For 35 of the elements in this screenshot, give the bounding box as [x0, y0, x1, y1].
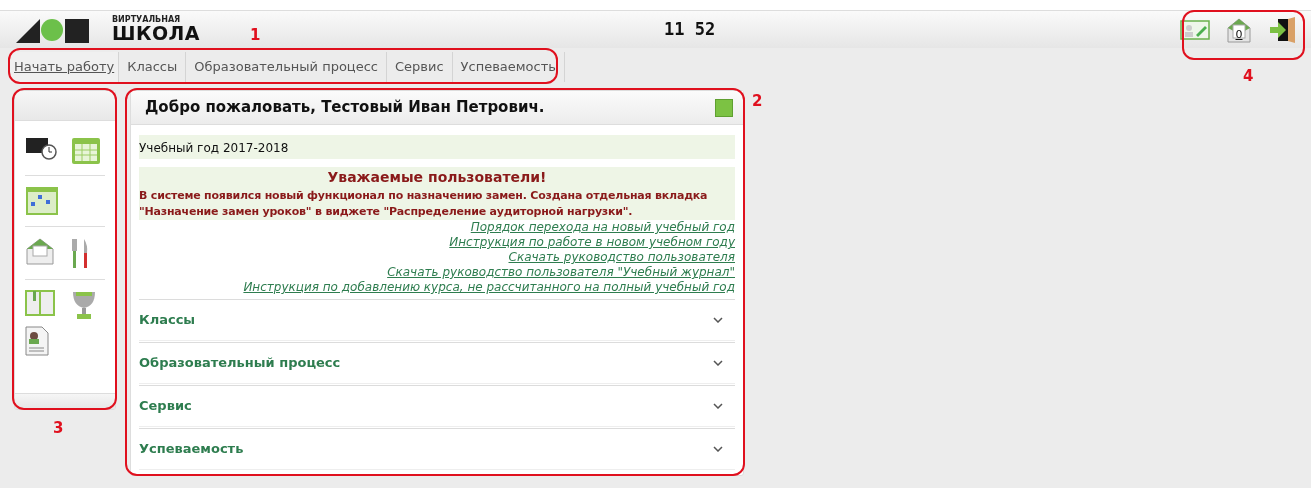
annotation-number: 2 [752, 91, 763, 112]
help-link[interactable]: Скачать руководство пользователя "Учебный журнал" [387, 265, 735, 280]
panel-title: Добро пожаловать, Тестовый Иван Петрович. [145, 97, 545, 119]
clock: 11 52 [664, 17, 716, 41]
nav-tab[interactable]: Классы [119, 52, 187, 82]
accordion-section[interactable]: Классы [139, 299, 735, 341]
exit-button[interactable] [1267, 15, 1297, 44]
nav-tab[interactable]: Образовательный процесс [186, 52, 387, 82]
panel-toggle-button[interactable] [715, 98, 733, 117]
annotation-number: 3 [53, 418, 64, 439]
book-icon[interactable] [25, 290, 55, 316]
annotation-number: 1 [250, 25, 261, 46]
help-link[interactable]: Скачать руководство пользователя [508, 250, 735, 265]
accordion-section[interactable]: Сервис [139, 385, 735, 427]
help-link[interactable]: Инструкция по добавлению курса, не рассчитанного на полный учебный год [243, 280, 735, 295]
profile-card-icon [1180, 19, 1210, 40]
nav-tab[interactable]: Начать работу [10, 52, 120, 82]
envelope-icon[interactable] [25, 237, 55, 265]
logo-caption: ВИРТУАЛЬНАЯ [112, 16, 182, 24]
resume-document-icon[interactable] [25, 326, 49, 356]
help-link[interactable]: Инструкция по работе в новом учебном году [449, 235, 735, 250]
school-year: Учебный год 2017-2018 [139, 141, 289, 155]
calendar-grid-icon[interactable] [25, 186, 59, 216]
accordion-section[interactable]: Образовательный процесс [139, 342, 735, 384]
notice-title: Уважаемые пользователи! [326, 168, 548, 187]
nav-tab[interactable]: Сервис [387, 52, 453, 82]
notice-text: В системе появился новый функционал по назначению замен. Создана отдельная вкладка "Назначение замен уроков" в виджете "Распределение аудиторной нагрузки". [139, 188, 709, 220]
nav-tab[interactable]: Успеваемость [452, 52, 565, 82]
blackboard-clock-icon[interactable] [25, 135, 57, 161]
exit-door-icon [1268, 16, 1296, 43]
annotation-number: 4 [1243, 66, 1254, 87]
help-link[interactable]: Порядок перехода на новый учебный год [470, 220, 735, 235]
logo-title: ШКОЛА [112, 24, 200, 43]
profile-card-button[interactable] [1179, 17, 1211, 42]
accordion-section[interactable]: Успеваемость [139, 428, 735, 470]
